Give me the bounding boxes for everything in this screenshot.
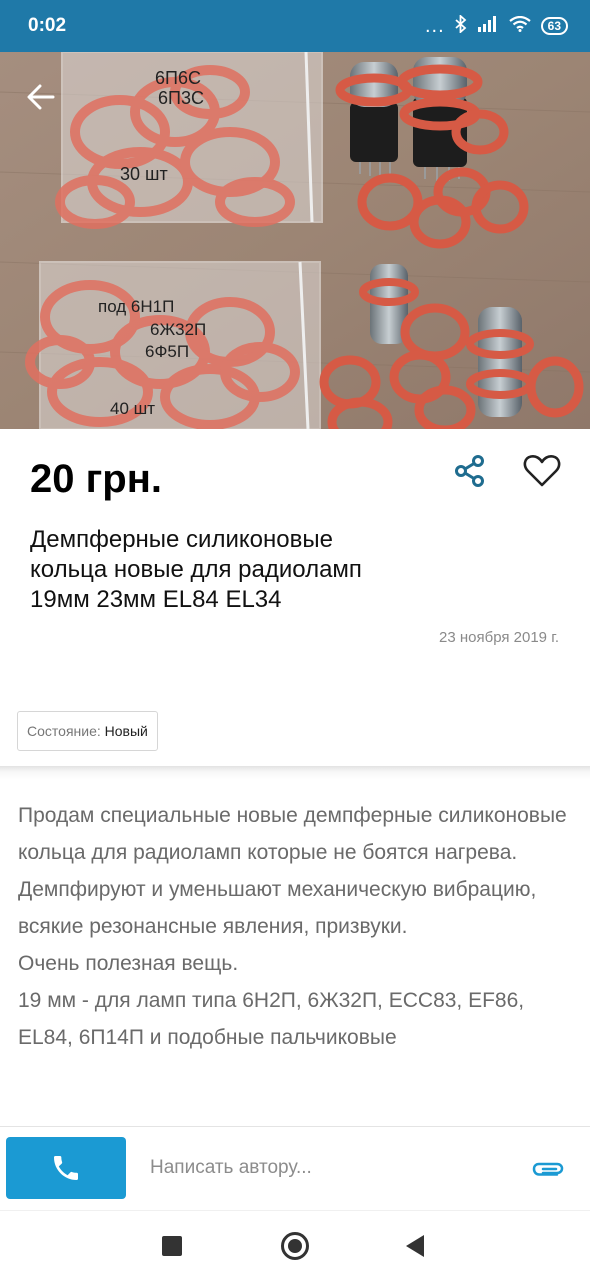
condition-value: Новый (104, 723, 148, 739)
back-button[interactable] (18, 74, 64, 120)
description-paragraph: Продам специальные новые демпферные сили… (18, 804, 567, 864)
attach-button[interactable] (528, 1151, 568, 1187)
call-button[interactable] (6, 1137, 126, 1199)
status-bar: 0:02 ... 63 (0, 0, 590, 52)
signal-icon (477, 15, 499, 37)
bluetooth-icon (455, 13, 467, 38)
system-nav-bar (0, 1210, 590, 1280)
listing-header: 20 грн. Демпферные силиконовые кольца но… (0, 429, 590, 769)
condition-label: Состояние: (27, 723, 101, 739)
description: Продам специальные новые демпферные сили… (18, 797, 574, 1127)
recent-apps-icon[interactable] (162, 1236, 182, 1256)
listing-date: 23 ноября 2019 г. (439, 629, 559, 646)
description-paragraph: Демпфируют и уменьшают механическую вибр… (18, 878, 537, 938)
paperclip-icon (532, 1162, 564, 1176)
status-time: 0:02 (28, 15, 67, 36)
bag2-count: 40 шт (110, 399, 155, 418)
share-button[interactable] (450, 451, 490, 491)
share-icon (455, 455, 484, 487)
heart-icon (523, 455, 561, 487)
bag2-label-2: 6Ж32П (150, 320, 206, 339)
listing-title: Демпферные силиконовые кольца новые для … (30, 526, 362, 613)
wifi-icon (508, 15, 531, 37)
bag1-count: 30 шт (120, 164, 168, 184)
section-divider (0, 766, 590, 780)
description-paragraph: Очень полезная вещь. (18, 952, 239, 975)
bag1-label-2: 6П3С (158, 88, 204, 108)
action-bar: Написать автору... (0, 1126, 590, 1210)
bag2-label-1: под 6Н1П (98, 297, 174, 316)
message-input[interactable]: Написать автору... (150, 1157, 312, 1179)
price: 20 грн. (30, 457, 162, 501)
listing-photo[interactable]: 6П6С 6П3С 30 шт под 6Н1П 6Ж32П 6Ф5П 40 ш… (0, 52, 590, 429)
notification-dots: ... (424, 15, 445, 37)
bag1-label-1: 6П6С (155, 68, 201, 88)
home-icon[interactable] (281, 1232, 309, 1260)
bag2-label-3: 6Ф5П (145, 342, 189, 361)
photo-illustration: 6П6С 6П3С 30 шт под 6Н1П 6Ж32П 6Ф5П 40 ш… (0, 52, 590, 429)
back-nav-icon[interactable] (406, 1235, 424, 1257)
arrow-left-icon (27, 84, 55, 110)
description-paragraph: 19 мм - для ламп типа 6Н2П, 6Ж32П, ECC83… (18, 989, 525, 1049)
favorite-button[interactable] (520, 449, 564, 493)
phone-icon (54, 1156, 78, 1180)
condition-badge: Состояние: Новый (17, 711, 158, 751)
status-icons: ... 63 (424, 13, 568, 38)
battery-icon: 63 (540, 17, 568, 35)
